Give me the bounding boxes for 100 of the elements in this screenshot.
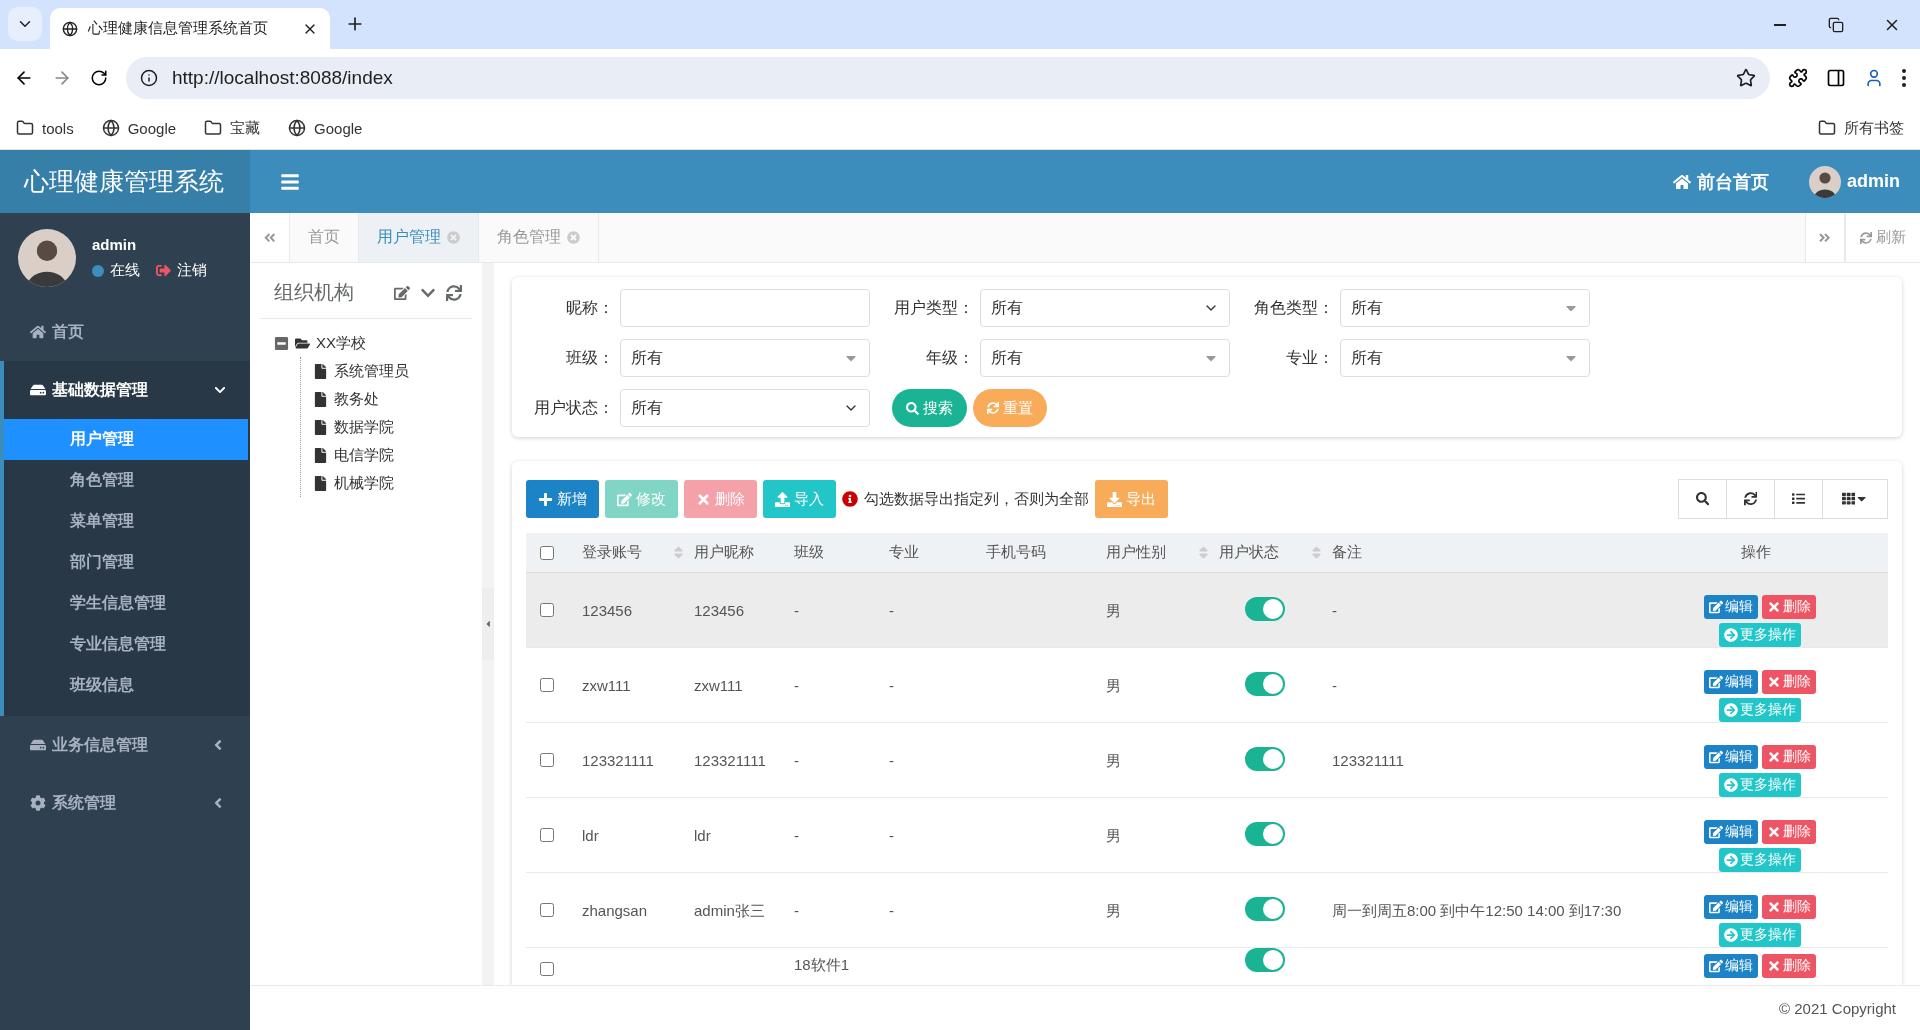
grid-icon — [1841, 492, 1855, 506]
row-checkbox[interactable] — [540, 678, 554, 692]
logout-link[interactable]: 注销 — [177, 261, 207, 280]
table-row[interactable]: 123456 123456 - - 男 - 编辑 删除 更多操作 — [526, 573, 1888, 648]
sort-icon[interactable] — [671, 545, 686, 560]
collapse-handle[interactable] — [482, 588, 494, 660]
select-field[interactable]: 所有 — [620, 339, 870, 377]
menu-item[interactable]: 首页 — [4, 303, 250, 361]
row-checkbox[interactable] — [540, 753, 554, 767]
table-cell-text: 123456 — [582, 600, 634, 621]
action-button[interactable]: 删除 — [1762, 954, 1816, 978]
table-cell-text: - — [889, 675, 895, 696]
action-button[interactable]: 删除 — [1762, 820, 1816, 844]
table-cell-text: 18软件1 — [794, 955, 851, 975]
sort-icon[interactable] — [1309, 545, 1324, 560]
action-button[interactable]: 编辑 — [1704, 820, 1758, 844]
address-bar[interactable]: http://localhost:8088/index — [126, 57, 1770, 99]
status-toggle[interactable] — [1245, 746, 1285, 771]
select-field[interactable]: 所有 — [620, 389, 870, 427]
info-icon — [842, 491, 858, 507]
bookmark[interactable]: Google — [314, 119, 363, 137]
submenu-item[interactable]: 班级信息 — [4, 665, 248, 706]
field-label: 角色类型： — [1253, 297, 1334, 318]
table-cell-text: 123321111 — [582, 750, 655, 771]
scroll-right-button[interactable] — [1805, 213, 1845, 262]
table-cell-text: 男 — [1106, 675, 1122, 696]
tree-node[interactable]: XX学校 — [316, 333, 366, 353]
minimize-icon[interactable] — [1774, 23, 1786, 26]
profile-icon — [1864, 68, 1884, 88]
status-toggle[interactable] — [1245, 821, 1285, 846]
refresh-icon — [1860, 231, 1872, 244]
menu-item[interactable]: 基础数据管理 — [4, 361, 250, 419]
upload-icon — [775, 491, 790, 507]
action-button[interactable]: 编辑 — [1704, 745, 1758, 769]
tab-list-button[interactable] — [8, 7, 42, 41]
row-checkbox[interactable] — [540, 903, 554, 917]
status-toggle[interactable] — [1245, 671, 1285, 696]
status-toggle[interactable] — [1245, 896, 1285, 921]
file-icon — [313, 447, 328, 463]
toolbar-button[interactable]: 新增 — [526, 480, 599, 518]
column-header[interactable]: 用户性别 — [1106, 543, 1219, 562]
table-cell-text: ldr — [694, 825, 712, 846]
submenu-item[interactable]: 角色管理 — [4, 460, 248, 501]
status-toggle[interactable] — [1245, 596, 1285, 621]
submenu-item[interactable]: 菜单管理 — [4, 501, 248, 542]
row-checkbox[interactable] — [540, 828, 554, 842]
submenu-item[interactable]: 部门管理 — [4, 542, 248, 583]
action-button[interactable]: 编辑 — [1704, 895, 1758, 919]
refresh-button[interactable]: 刷新 — [1845, 213, 1920, 262]
columns-button[interactable] — [1822, 479, 1888, 519]
search-button[interactable] — [1678, 479, 1727, 519]
tree-node[interactable]: 教务处 — [334, 389, 379, 409]
table-row[interactable]: 18软件1 编辑 删除 — [526, 948, 1888, 985]
scroll-left-button[interactable] — [250, 213, 290, 262]
home-link[interactable]: 前台首页 — [1673, 169, 1769, 194]
status-toggle[interactable] — [1245, 948, 1285, 972]
action-button[interactable]: 删除 — [1762, 895, 1816, 919]
table-cell-text: 123321111 — [694, 750, 767, 771]
menu-item[interactable]: 系统管理 — [4, 774, 250, 832]
user-menu[interactable]: admin — [1809, 165, 1900, 198]
close-icon — [1767, 825, 1781, 839]
column-header[interactable]: 用户状态 — [1219, 543, 1332, 562]
tree-node[interactable]: 机械学院 — [334, 473, 394, 493]
edit-icon — [394, 284, 410, 301]
select-field[interactable]: 所有 — [980, 289, 1230, 327]
menu-item[interactable]: 业务信息管理 — [4, 716, 250, 774]
bookmark[interactable]: tools — [42, 119, 74, 137]
sort-icon[interactable] — [1196, 545, 1211, 560]
action-button[interactable]: 删除 — [1762, 595, 1816, 619]
refresh-button[interactable] — [1726, 479, 1775, 519]
table-cell-text: 123321111 — [1332, 750, 1405, 771]
page-tab[interactable]: 用户管理 — [359, 213, 479, 262]
tree-node[interactable]: 电信学院 — [334, 445, 394, 465]
bookmark[interactable]: Google — [127, 119, 177, 137]
select-field[interactable]: 所有 — [1340, 289, 1590, 327]
select-field[interactable]: 所有 — [980, 339, 1230, 377]
column-header: 班级 — [794, 543, 825, 562]
input-field[interactable] — [620, 289, 870, 327]
close-icon[interactable] — [447, 231, 460, 244]
submenu-item[interactable]: 学生信息管理 — [4, 583, 248, 624]
bookmark[interactable]: 宝藏 — [230, 118, 261, 138]
list-view-button[interactable] — [1774, 479, 1823, 519]
bookmark[interactable]: 所有书签 — [1844, 118, 1904, 138]
select-field[interactable]: 所有 — [1340, 339, 1590, 377]
select-all-checkbox[interactable] — [540, 545, 554, 560]
action-button[interactable]: 编辑 — [1704, 670, 1758, 694]
menu-icon[interactable] — [1902, 69, 1906, 87]
submenu-item[interactable]: 专业信息管理 — [4, 624, 248, 665]
action-button[interactable]: 删除 — [1762, 745, 1816, 769]
close-icon[interactable] — [567, 231, 580, 244]
row-checkbox[interactable] — [540, 962, 554, 976]
row-checkbox[interactable] — [540, 603, 554, 617]
browser-tab[interactable]: 心理健康信息管理系统首页 — [50, 8, 330, 49]
tree-node[interactable]: 数据学院 — [334, 417, 394, 437]
column-header[interactable]: 登录账号 — [582, 543, 694, 562]
action-button[interactable]: 编辑 — [1704, 954, 1758, 978]
action-button[interactable]: 编辑 — [1704, 595, 1758, 619]
action-button[interactable]: 删除 — [1762, 670, 1816, 694]
tree-node[interactable]: 系统管理员 — [334, 361, 409, 381]
submenu-item[interactable]: 用户管理 — [4, 419, 248, 460]
